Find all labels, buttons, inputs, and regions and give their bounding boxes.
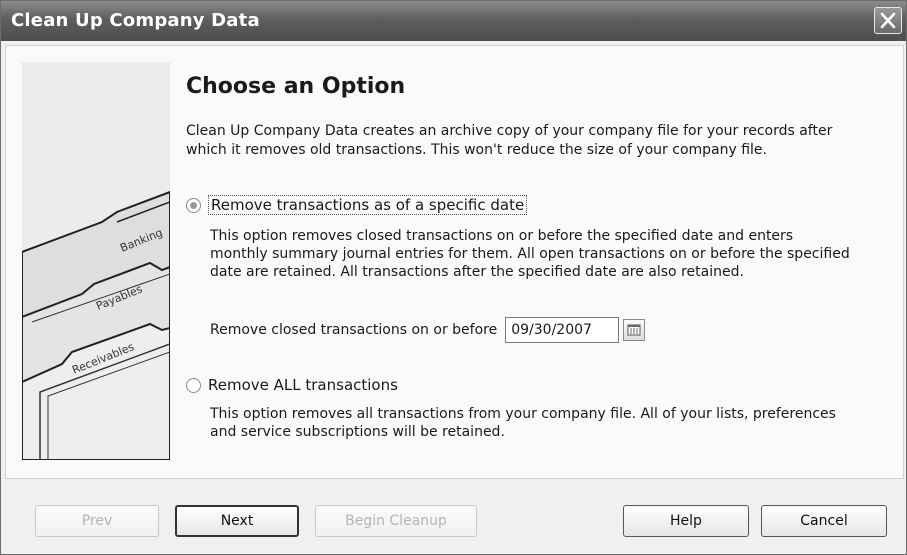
help-button[interactable]: Help: [623, 505, 749, 537]
close-button[interactable]: [874, 7, 902, 34]
prev-button[interactable]: Prev: [35, 505, 159, 537]
next-button[interactable]: Next: [175, 505, 299, 537]
close-icon: [880, 12, 896, 29]
begin-cleanup-button[interactable]: Begin Cleanup: [315, 505, 477, 537]
cancel-button[interactable]: Cancel: [761, 505, 887, 537]
clean-up-dialog: Clean Up Company Data Banking Payables R…: [0, 0, 907, 555]
radio-label-remove-by-date[interactable]: Remove transactions as of a specific dat…: [208, 195, 528, 215]
cutoff-date-field[interactable]: [505, 317, 620, 343]
calendar-icon: [627, 324, 641, 336]
title-bar: Clean Up Company Data: [1, 1, 906, 41]
date-label: Remove closed transactions on or before: [210, 322, 498, 338]
option-remove-by-date-text: This option removes closed transactions …: [210, 228, 850, 280]
radio-label-remove-all[interactable]: Remove ALL transactions: [208, 376, 398, 394]
calendar-button[interactable]: [623, 319, 646, 341]
radio-remove-by-date[interactable]: [186, 197, 201, 213]
description-text: Clean Up Company Data creates an archive…: [186, 123, 833, 158]
option-remove-by-date[interactable]: Remove transactions as of a specific dat…: [186, 195, 528, 215]
radio-remove-all[interactable]: [186, 377, 201, 393]
window-title: Clean Up Company Data: [11, 10, 260, 31]
date-row: Remove closed transactions on or before: [210, 317, 646, 343]
dialog-body: Banking Payables Receivables Choose an O…: [5, 45, 904, 479]
option-remove-all-text: This option removes all transactions fro…: [210, 406, 836, 440]
page-title: Choose an Option: [186, 74, 406, 99]
folders-illustration: Banking Payables Receivables: [22, 62, 170, 460]
option-remove-all[interactable]: Remove ALL transactions: [186, 376, 398, 394]
